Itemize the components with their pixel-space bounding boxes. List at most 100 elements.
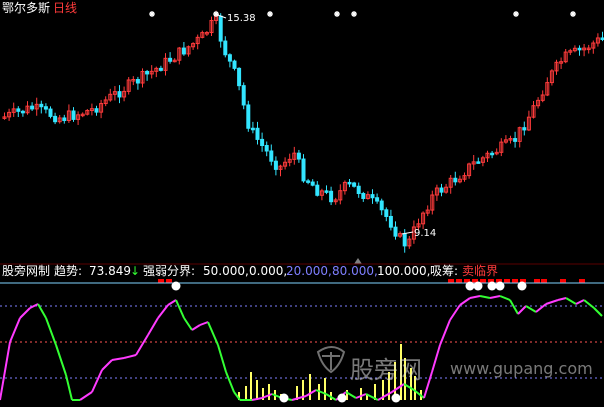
trend-segment — [101, 359, 113, 371]
sell-marker — [541, 279, 547, 283]
candle-body — [379, 200, 384, 211]
candle-body — [30, 105, 35, 110]
volume-bar — [268, 384, 270, 400]
candle-body — [241, 85, 246, 106]
stars — [149, 11, 576, 17]
sell-marker — [158, 279, 164, 283]
candle-body — [94, 108, 99, 113]
candle-body — [384, 209, 389, 217]
candle-body — [16, 108, 21, 112]
trend-value: 73.849 — [89, 264, 131, 278]
trend-arrow-icon: ↓ — [130, 264, 140, 278]
candle-body — [53, 115, 58, 123]
star-icon — [149, 11, 155, 17]
candle-body — [370, 194, 375, 199]
candle-body — [269, 150, 274, 162]
volume-bar — [360, 388, 362, 400]
trend-segment — [217, 344, 227, 373]
trend-segment — [123, 354, 137, 359]
trend-segment — [191, 324, 201, 331]
stock-name: 鄂尔多斯 — [2, 0, 50, 15]
watermark-url: www.gupang.com — [450, 359, 593, 378]
candle-body — [20, 110, 25, 114]
trend-segment — [207, 321, 219, 346]
volume-bar — [324, 378, 326, 400]
low-label: 9.14 — [414, 228, 436, 239]
candle-body — [250, 127, 255, 131]
candle-body — [476, 161, 481, 164]
level-80: 80.000, — [332, 264, 378, 278]
boundary-label: 强弱分界: — [143, 264, 195, 278]
trend-segment — [183, 317, 193, 331]
candle-body — [577, 47, 582, 51]
candle-body — [39, 103, 44, 108]
signal-dot — [473, 281, 483, 291]
sell-marker — [560, 279, 566, 283]
trend-label: 趋势: — [54, 264, 82, 278]
candle-body — [43, 106, 48, 110]
trend-segment — [251, 397, 263, 401]
trend-segment — [535, 303, 547, 313]
candle-body — [158, 67, 163, 71]
candle-body — [352, 182, 357, 187]
trend-segment — [459, 297, 471, 306]
candle-body — [273, 160, 278, 170]
trend-segment — [79, 391, 93, 401]
candle-body — [260, 138, 265, 147]
level-0: 0.000, — [249, 264, 287, 278]
candle-body — [168, 57, 173, 62]
high-label: 15.38 — [227, 13, 256, 24]
trend-segment — [431, 344, 441, 373]
trend-segment — [147, 317, 159, 336]
candle-body — [356, 185, 361, 194]
trend-segment — [499, 295, 511, 301]
signal-dot — [391, 393, 401, 403]
candle-body — [48, 108, 53, 117]
candle-body — [402, 233, 407, 247]
trend-segment — [19, 307, 31, 319]
candle-body — [324, 190, 329, 193]
candle-body — [71, 110, 76, 120]
sell-critical-label: 卖临界 — [462, 264, 498, 278]
absorb-label: 吸筹: — [430, 264, 458, 278]
trend-segment — [583, 299, 595, 309]
period-label: 日线 — [53, 1, 77, 15]
trend-segment — [545, 299, 559, 305]
trend-segment — [0, 341, 11, 401]
candle-body — [181, 47, 186, 55]
candles — [2, 10, 604, 253]
candle-body — [513, 138, 518, 142]
trend-segment — [91, 369, 103, 393]
trend-segment — [135, 334, 149, 356]
candle-body — [361, 192, 366, 199]
watermark-logo-icon — [316, 346, 346, 374]
candle-body — [375, 197, 380, 202]
star-icon — [267, 11, 273, 17]
candle-body — [522, 127, 527, 131]
candle-body — [232, 60, 237, 69]
signal-dot — [279, 393, 289, 403]
signal-dot — [517, 281, 527, 291]
trend-segment — [55, 344, 67, 376]
sell-marker — [504, 279, 510, 283]
trend-segment — [489, 295, 501, 299]
candle-body — [218, 15, 223, 42]
trend-segment — [65, 374, 73, 401]
candle-body — [223, 40, 228, 56]
trend-segment — [525, 305, 537, 313]
star-icon — [513, 11, 519, 17]
signal-dot — [487, 281, 497, 291]
volume-bar — [245, 386, 247, 400]
level-100: 100.000, — [377, 264, 430, 278]
sell-marker — [579, 279, 585, 283]
candle-body — [347, 181, 352, 185]
trend-segment — [593, 307, 603, 317]
trend-segment — [175, 299, 185, 319]
sell-marker — [534, 279, 540, 283]
level-50: 50.000, — [203, 264, 249, 278]
star-icon — [351, 11, 357, 17]
candle-body — [301, 158, 306, 182]
trend-segment — [557, 297, 567, 301]
trend-segment — [439, 319, 451, 346]
sell-marker — [166, 279, 172, 283]
